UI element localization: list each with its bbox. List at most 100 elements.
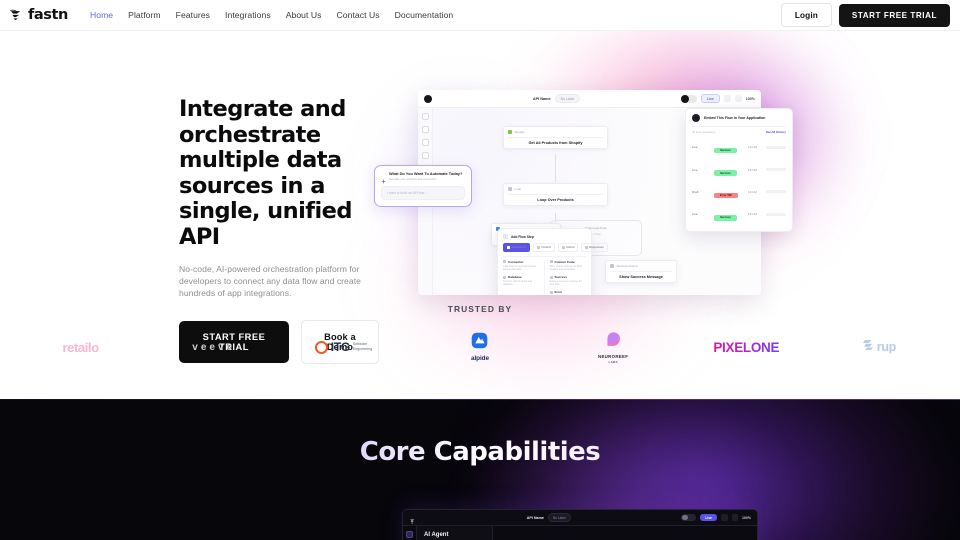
panel-tab-responses[interactable]: Responses (580, 243, 608, 252)
chat-question: What Do You Want To Automate Today? (389, 171, 463, 176)
embed-title: Embed This Flow In Your Application (704, 116, 766, 120)
nav-link-integrations[interactable]: Integrations (225, 10, 271, 20)
mockup-app-icon (424, 94, 432, 103)
flow-node-header: Shopify (508, 130, 603, 138)
logo-row: retailo veeve ITG Software Engineering a… (0, 331, 960, 364)
core-mockup-settings-icon[interactable] (721, 514, 728, 521)
mockup-mode-toggle[interactable] (681, 94, 697, 103)
core-mockup-side-panel: AI Agent (417, 526, 493, 540)
core-mockup-side-title: AI Agent (424, 532, 449, 538)
mockup-save-icon[interactable] (734, 95, 742, 102)
login-button[interactable]: Login (780, 3, 832, 27)
mockup-toolbar-actions: Live 100% (681, 94, 755, 103)
rail-home-icon[interactable] (421, 113, 429, 120)
fastn-logo-icon (9, 8, 24, 23)
row-bar (766, 145, 786, 149)
flow-connector-line (555, 154, 556, 182)
neuroreef-mark-icon (605, 331, 622, 353)
rail-edit-icon[interactable] (421, 152, 429, 159)
hero-title: Integrate and orchestrate multiple data … (179, 96, 353, 250)
row-bar (766, 168, 786, 172)
embed-flow-card: Embed This Flow In Your Application All … (685, 108, 793, 232)
core-mockup-toolbar: API Name No Label Live 100% (403, 510, 757, 526)
nav-link-features[interactable]: Features (176, 10, 210, 20)
nav-links: Home Platform Features Integrations Abou… (90, 10, 453, 20)
success-icon (549, 275, 553, 279)
chat-input[interactable]: I want to build an API that ... (381, 185, 465, 200)
core-mockup-live-badge[interactable]: Live (700, 514, 718, 521)
hero-subtitle: No-code, AI-powered orchestration platfo… (179, 264, 361, 299)
custom-code-icon (549, 260, 553, 264)
panel-tab-connectors[interactable]: Connectors (503, 243, 531, 252)
core-capabilities-section: Core Capabilities API Name No Label Live… (0, 399, 960, 540)
panel-tab-label: Connectors (511, 245, 527, 249)
flow-node-title: Get All Products from Shopify (528, 140, 583, 145)
embed-subheader: All time executions See All History (692, 127, 786, 136)
flow-node-loop[interactable]: Loop Loop Over Products (503, 183, 608, 206)
nav-link-about-us[interactable]: About Us (286, 10, 322, 20)
flow-node-tag: Success Output (616, 264, 638, 268)
nav-link-platform[interactable]: Platform (128, 10, 160, 20)
panel-item-error[interactable]: Error Define an error response for your … (549, 290, 587, 295)
status-badge: Success (714, 215, 737, 221)
row-time: 121 22 (748, 145, 757, 150)
core-mockup-label-chip[interactable]: No Label (547, 513, 571, 522)
start-free-trial-button[interactable]: START FREE TRIAL (838, 3, 950, 27)
core-mockup-zoom-level[interactable]: 100% (742, 516, 751, 520)
logo-pixelone: PIXELONE (680, 332, 813, 362)
panel-tab-label: Responses (589, 245, 604, 249)
flow-node-shopify[interactable]: Shopify Get All Products from Shopify (503, 126, 608, 149)
logo-text: NEUROREEF (597, 353, 629, 359)
hero-product-mockup: API Name No Label Live 100% Shopify Get … (374, 90, 793, 295)
panel-tab-control[interactable]: Control (532, 243, 555, 252)
trusted-by-section: TRUSTED BY retailo veeve ITG Software En… (0, 301, 960, 364)
rail-flows-icon[interactable] (421, 126, 429, 133)
panel-column-right: Custom Code Write custom code to run flo… (543, 259, 587, 295)
row-time: 121 22 (748, 212, 757, 217)
mockup-live-badge[interactable]: Live (701, 94, 720, 103)
flow-node-success-output[interactable]: Success Output Show Success Message (605, 260, 677, 283)
status-badge: Error 500 (714, 192, 738, 199)
rail-data-icon[interactable] (421, 139, 429, 146)
embed-header: Embed This Flow In Your Application (692, 114, 786, 127)
trusted-by-label: TRUSTED BY (447, 304, 513, 314)
see-all-history-link[interactable]: See All History (766, 130, 786, 134)
mockup-label-chip[interactable]: No Label (554, 94, 581, 103)
flow-node-header: Loop (508, 187, 603, 195)
row-env: Live (692, 212, 698, 217)
action-icon (561, 245, 565, 249)
core-capabilities-title: Core Capabilities (0, 437, 960, 467)
panel-column-left: Connector Calls flows to send and retrie… (503, 260, 544, 295)
brand-logo[interactable]: fastn (9, 7, 68, 23)
mockup-zoom-level[interactable]: 100% (746, 97, 755, 101)
alpide-mark-icon (471, 332, 488, 354)
logo-veeve: veeve (147, 332, 280, 362)
panel-tab-action[interactable]: Action (557, 243, 579, 252)
logo-text: PIXELONE (713, 339, 780, 355)
panel-tabs: Connectors Control Action Responses (503, 243, 608, 252)
flow-node-title: Show Success Message (619, 274, 663, 279)
mockup-title-group: API Name No Label (533, 94, 581, 103)
panel-item-title: Success (554, 275, 568, 279)
panel-item-custom-code[interactable]: Custom Code Write custom code to run flo… (549, 260, 587, 271)
logo-rup: rup (813, 332, 946, 362)
nav-link-contact-us[interactable]: Contact Us (337, 10, 380, 20)
core-mockup-save-icon[interactable] (731, 514, 739, 521)
panel-item-success[interactable]: Success Define a success response for yo… (549, 275, 587, 286)
mockup-settings-icon[interactable] (723, 95, 731, 102)
core-mockup-body: AI Agent (403, 526, 757, 540)
table-row: Live Success 121 22 (692, 158, 786, 180)
core-mockup-mode-toggle[interactable] (681, 513, 697, 522)
panel-item-database[interactable]: Database Connect with the cloud and data… (503, 275, 540, 286)
automate-chat-card: What Do You Want To Automate Today? Desc… (374, 165, 472, 207)
nav-link-home[interactable]: Home (90, 10, 113, 20)
connector-icon (503, 260, 506, 264)
panel-item-connector[interactable]: Connector Calls flows to send and retrie… (503, 260, 540, 271)
core-rail-agent-icon[interactable] (406, 531, 413, 538)
logo-text: alpide (471, 355, 489, 362)
logo-text: rup (876, 340, 897, 354)
row-bar (766, 190, 786, 194)
logo-retailo: retailo (14, 332, 147, 362)
nav-link-documentation[interactable]: Documentation (395, 10, 454, 20)
row-env: Draft (692, 189, 699, 194)
